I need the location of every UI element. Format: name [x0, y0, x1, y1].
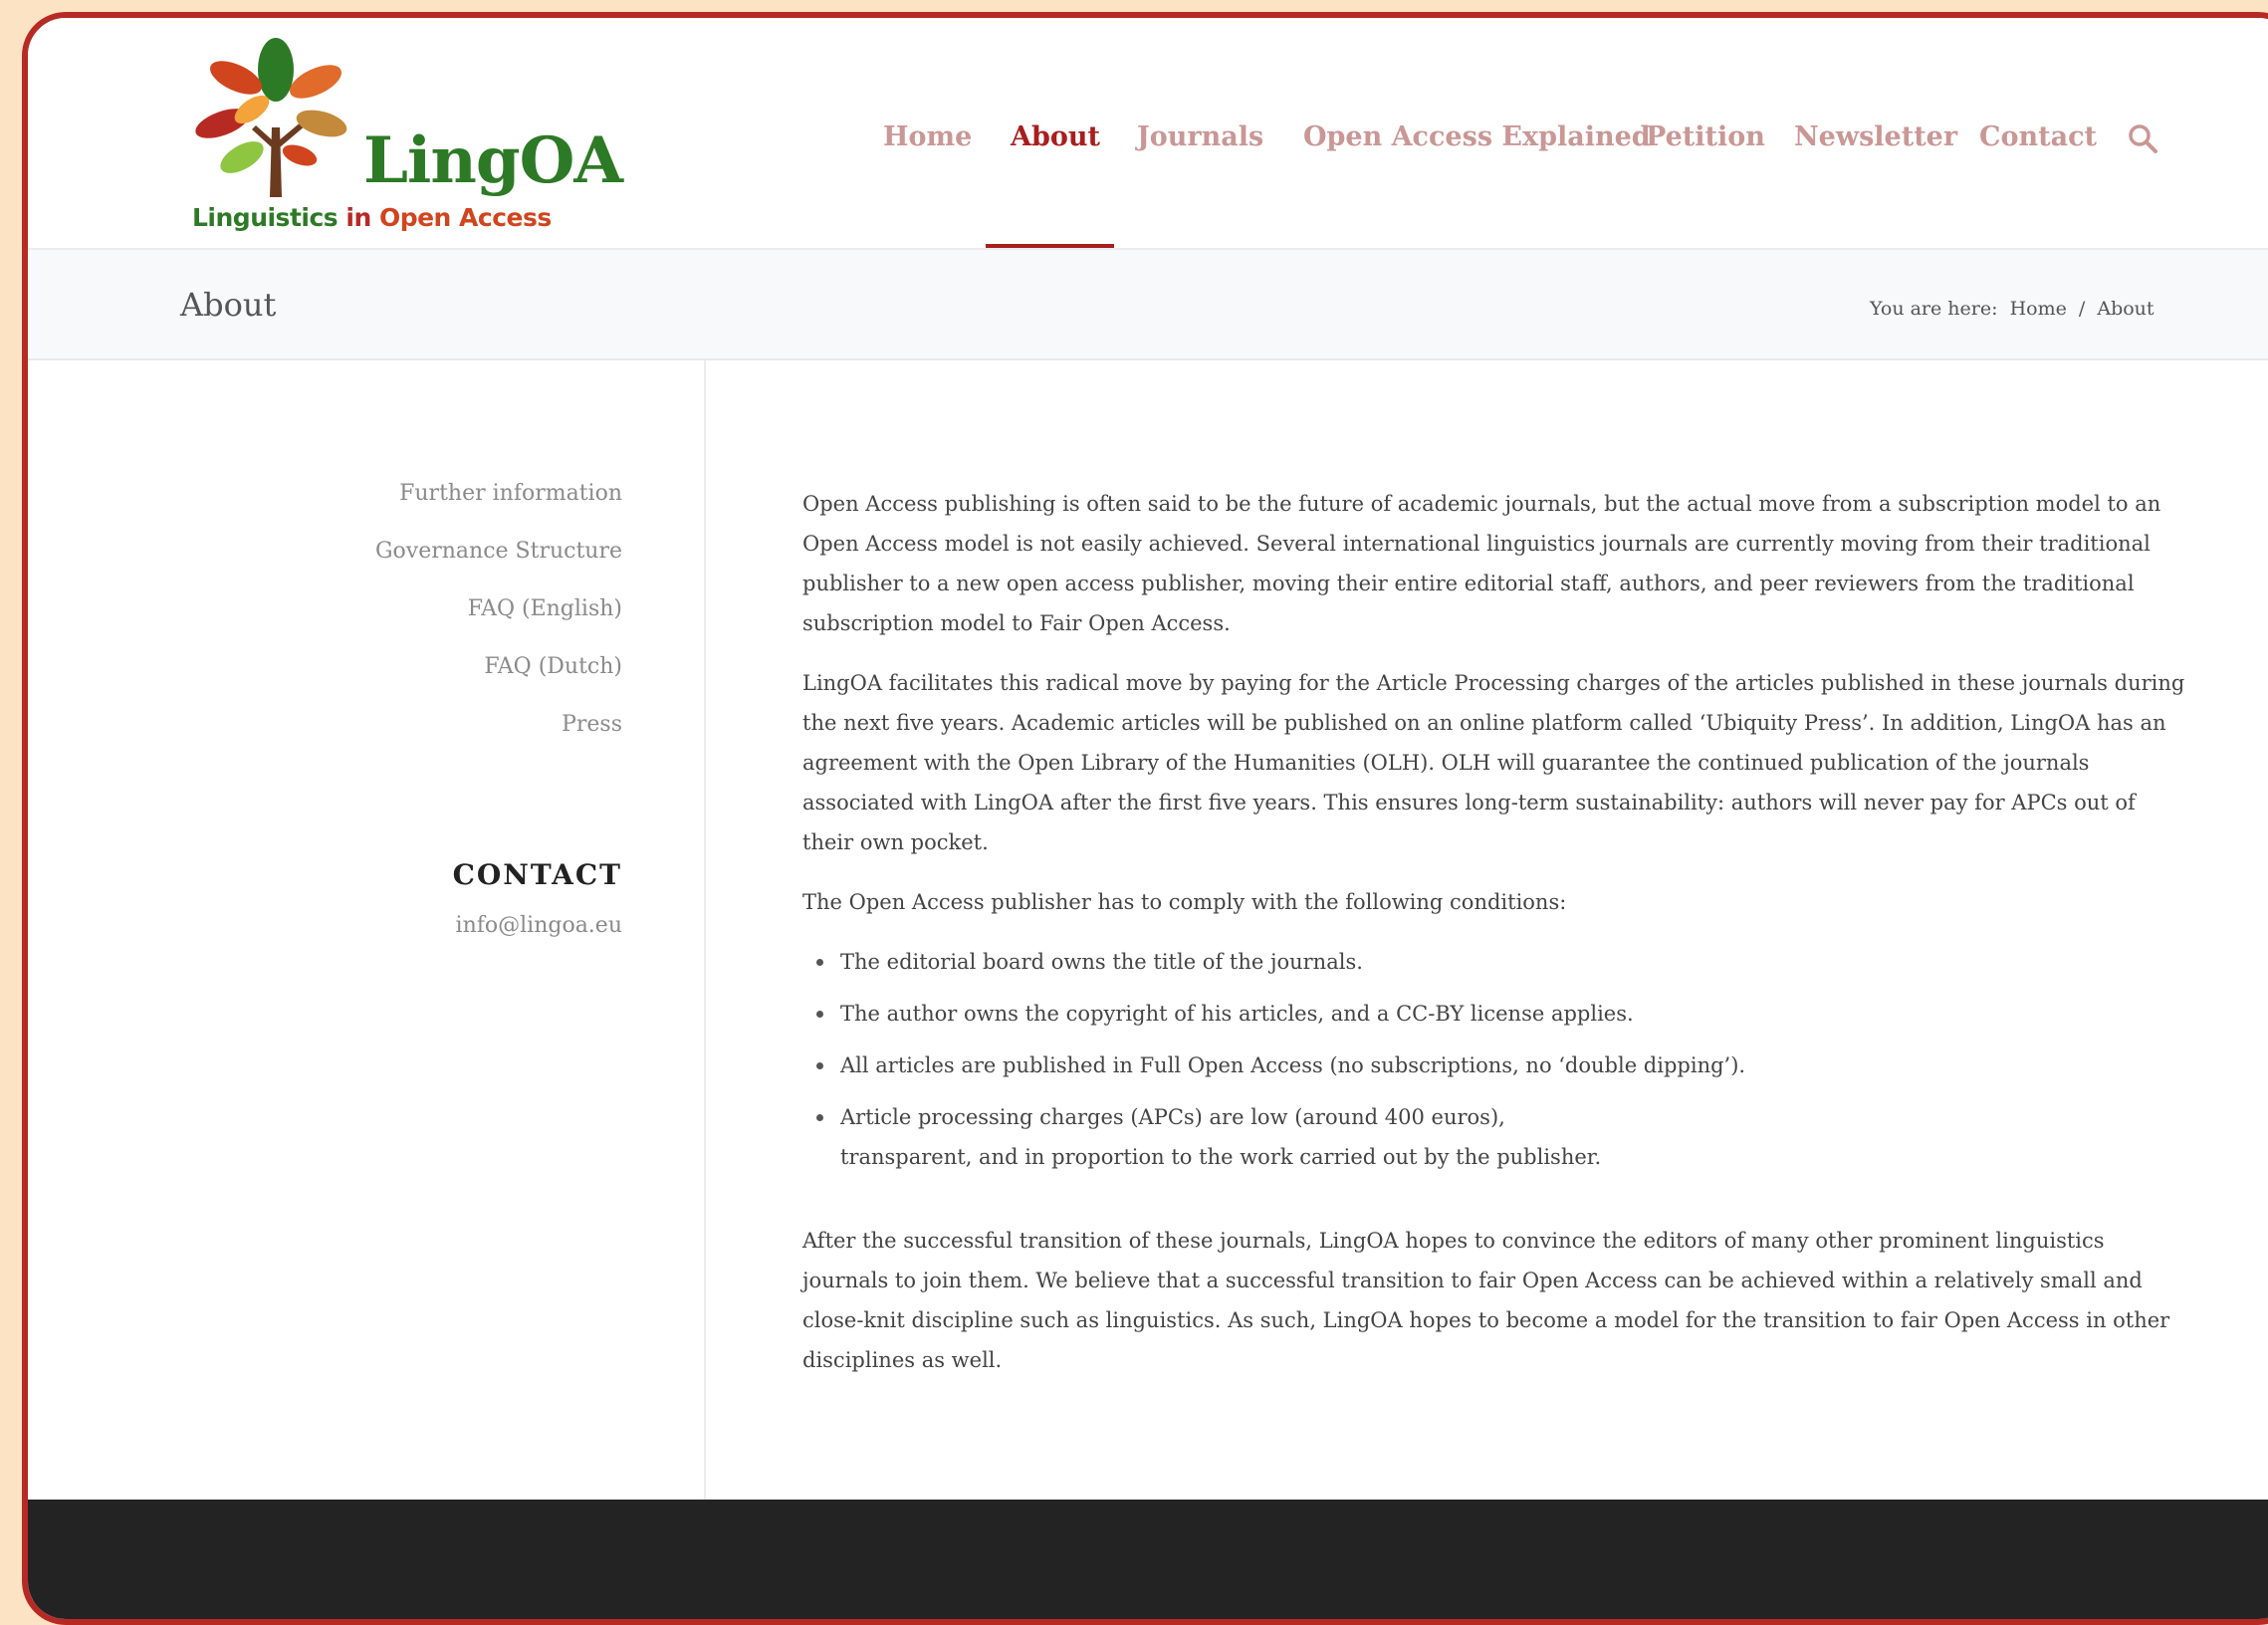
nav-active-indicator: [986, 244, 1114, 248]
main-nav: Home About Journals Open Access Explaine…: [28, 18, 2268, 248]
browser-frame: LingOA Linguistics in Open Access Home A…: [22, 12, 2268, 1625]
sidebar-item-press[interactable]: Press: [375, 696, 622, 754]
nav-journals[interactable]: Journals: [1137, 121, 1263, 152]
list-item: The editorial board owns the title of th…: [816, 942, 2186, 982]
main-content: Open Access publishing is often said to …: [802, 484, 2186, 1400]
contact-email-link[interactable]: info@lingoa.eu: [456, 913, 622, 938]
condition-text: All articles are published in Full Open …: [840, 1053, 1746, 1077]
nav-home[interactable]: Home: [883, 121, 972, 152]
breadcrumb-prefix: You are here:: [1870, 298, 1998, 320]
sidebar-item-faq-dutch[interactable]: FAQ (Dutch): [375, 638, 622, 696]
conclusion-paragraph: After the successful transition of these…: [802, 1229, 2170, 1372]
condition-text-continued: transparent, and in proportion to the wo…: [840, 1145, 1602, 1169]
page-title-bar: About You are here: Home / About: [28, 250, 2268, 360]
condition-text: The editorial board owns the title of th…: [840, 950, 1363, 974]
breadcrumb-current: About: [2097, 298, 2155, 320]
nav-about[interactable]: About: [1011, 121, 1100, 152]
sidebar-item-further-information[interactable]: Further information: [375, 465, 622, 523]
conditions-list: The editorial board owns the title of th…: [802, 942, 2186, 1177]
nav-open-access-explained[interactable]: Open Access Explained: [1303, 121, 1651, 152]
contact-heading: CONTACT: [452, 858, 622, 891]
list-item: The author owns the copyright of his art…: [816, 994, 2186, 1034]
breadcrumb-separator: /: [2078, 298, 2086, 320]
nav-petition[interactable]: Petition: [1646, 121, 1765, 152]
sidebar: Further information Governance Structure…: [28, 360, 706, 1500]
facilitation-paragraph: LingOA facilitates this radical move by …: [802, 671, 2185, 854]
sidebar-item-faq-english[interactable]: FAQ (English): [375, 580, 622, 638]
list-item: All articles are published in Full Open …: [816, 1045, 2186, 1085]
sidebar-links: Further information Governance Structure…: [375, 465, 622, 754]
page-title: About: [180, 286, 277, 324]
nav-newsletter[interactable]: Newsletter: [1794, 121, 1957, 152]
intro-paragraph: Open Access publishing is often said to …: [802, 492, 2161, 635]
site-footer: [28, 1500, 2268, 1619]
breadcrumb: You are here: Home / About: [1870, 298, 2160, 320]
search-icon[interactable]: [2126, 121, 2159, 155]
sidebar-item-governance-structure[interactable]: Governance Structure: [375, 523, 622, 580]
site-header: LingOA Linguistics in Open Access Home A…: [28, 18, 2268, 250]
condition-text: The author owns the copyright of his art…: [840, 1002, 1634, 1026]
breadcrumb-home-link[interactable]: Home: [2010, 298, 2067, 320]
list-item: Article processing charges (APCs) are lo…: [816, 1097, 2186, 1177]
condition-text: Article processing charges (APCs) are lo…: [840, 1105, 1505, 1129]
conditions-intro: The Open Access publisher has to comply …: [802, 890, 1567, 914]
nav-contact[interactable]: Contact: [1979, 121, 2097, 152]
